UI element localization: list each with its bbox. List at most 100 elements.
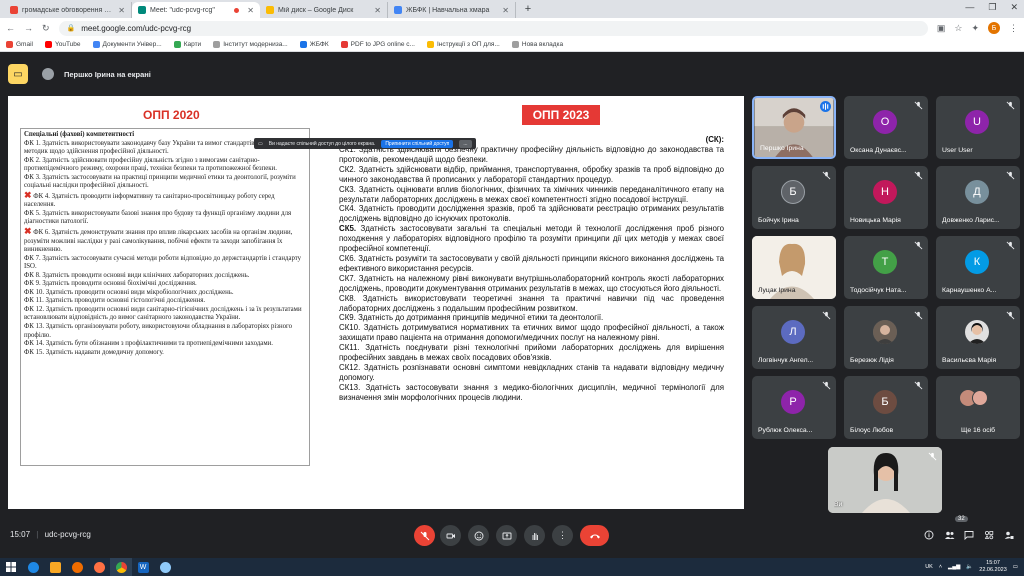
- people-button[interactable]: [942, 528, 956, 542]
- taskbar-word[interactable]: W: [132, 558, 154, 576]
- extensions-icon[interactable]: ✦: [971, 23, 979, 34]
- participant-tile[interactable]: Луцак Ірина: [752, 236, 836, 299]
- meeting-details-button[interactable]: [922, 528, 936, 542]
- list-item: ФК 9. Здатність проводити основні біохім…: [24, 280, 197, 288]
- participant-tile[interactable]: Н Новицька Марія: [844, 166, 928, 229]
- emoji-reaction-button[interactable]: [468, 525, 489, 546]
- mic-off-icon: [914, 101, 923, 110]
- participant-count-badge: 32: [955, 516, 968, 522]
- item-text: Здатність застосовувати знання з медико-…: [339, 382, 724, 402]
- participant-name: Бойчук Ірина: [758, 217, 799, 224]
- participant-tile[interactable]: Б Бойчук Ірина: [752, 166, 836, 229]
- bookmark-pdf[interactable]: PDF to JPG online c...: [340, 41, 415, 48]
- start-button[interactable]: [0, 558, 22, 576]
- screen-share-icon: ▭: [258, 140, 263, 147]
- chat-button[interactable]: [962, 528, 976, 542]
- volume-icon[interactable]: 🔈: [966, 564, 973, 570]
- clock-time: 15:07: [986, 560, 1000, 566]
- participant-tile[interactable]: Першко Ірина: [752, 96, 836, 159]
- taskbar-ie[interactable]: [22, 558, 44, 576]
- camera-toggle-button[interactable]: [440, 525, 461, 546]
- tab-cloud[interactable]: ЖБФК | Навчальна хмара ✕: [388, 2, 516, 18]
- bookmark-star-icon[interactable]: ☆: [954, 23, 962, 34]
- present-now-button[interactable]: [496, 525, 517, 546]
- activities-icon: [984, 530, 994, 540]
- close-icon[interactable]: ✕: [374, 6, 381, 15]
- stop-sharing-button[interactable]: Припинити спільний доступ: [381, 139, 454, 148]
- item-text: Здатність на належному рівні виконувати …: [339, 273, 724, 293]
- participant-tile[interactable]: U User User: [936, 96, 1020, 159]
- tab-meet[interactable]: Meet: "udc-pcvg-rcg" ✕: [132, 2, 260, 18]
- tab-drive[interactable]: Мій диск – Google Диск ✕: [260, 2, 388, 18]
- bookmark-youtube[interactable]: YouTube: [44, 41, 81, 48]
- participant-name: Ще 16 осіб: [960, 427, 996, 434]
- taskbar-explorer[interactable]: [44, 558, 66, 576]
- browser-tab-bar: громадське обговорення ОПП ✕ Meet: "udc-…: [0, 0, 1024, 18]
- bookmark-maps[interactable]: Карти: [173, 41, 201, 48]
- network-icon[interactable]: ▂▄▆: [948, 564, 960, 570]
- more-participants-tile[interactable]: Ще 16 осіб: [936, 376, 1020, 439]
- self-view-tile[interactable]: Ви: [828, 447, 942, 513]
- bookmark-docs[interactable]: Документи Універ...: [92, 41, 162, 48]
- activities-button[interactable]: [982, 528, 996, 542]
- participant-tile[interactable]: Березюк Лідія: [844, 306, 928, 369]
- system-clock[interactable]: 15:07 22.06.2023: [979, 560, 1007, 574]
- notifications-icon[interactable]: ▭: [1013, 564, 1018, 570]
- tab-label: Meet: "udc-pcvg-rcg": [150, 6, 215, 14]
- participant-tile[interactable]: Д Довженко Ларис...: [936, 166, 1020, 229]
- item-code: СК4.: [339, 204, 356, 214]
- reload-icon[interactable]: ↻: [42, 23, 50, 34]
- raise-hand-button[interactable]: [524, 525, 545, 546]
- more-options-button[interactable]: ⋮: [552, 525, 573, 546]
- bookmark-institute[interactable]: Інститут модерниза...: [213, 41, 288, 48]
- participant-name: Рублюк Олекса...: [758, 427, 813, 434]
- taskbar-chrome[interactable]: [110, 558, 132, 576]
- mic-toggle-button[interactable]: [414, 525, 435, 546]
- taskbar-firefox[interactable]: [88, 558, 110, 576]
- folder-icon: [426, 41, 434, 48]
- bookmark-label: Документи Універ...: [102, 41, 162, 48]
- more-vert-icon: ⋮: [558, 530, 567, 540]
- taskbar-media[interactable]: [66, 558, 88, 576]
- camera-icon[interactable]: ▣: [937, 23, 946, 34]
- participant-tile[interactable]: Б Білоус Любов: [844, 376, 928, 439]
- back-icon[interactable]: ←: [6, 23, 15, 33]
- close-window-icon[interactable]: ✕: [1010, 2, 1018, 13]
- participant-tile[interactable]: К Карнаушенко А...: [936, 236, 1020, 299]
- address-bar-row: ← → ↻ 🔒 meet.google.com/udc-pcvg-rcg ▣ ☆…: [0, 18, 1024, 38]
- share-more-button[interactable]: ...: [459, 139, 472, 148]
- bookmark-zhbfk[interactable]: ЖБФК: [299, 41, 329, 48]
- avatar: [972, 390, 988, 406]
- item-code: СК2.: [339, 164, 356, 174]
- participant-tile[interactable]: Р Рублюк Олекса...: [752, 376, 836, 439]
- forward-icon[interactable]: →: [24, 23, 33, 33]
- participant-tile[interactable]: Л Логвінчук Ангел...: [752, 306, 836, 369]
- participant-tile[interactable]: Васильєва Марія: [936, 306, 1020, 369]
- bookmark-new-tab[interactable]: Нова вкладка: [511, 41, 563, 48]
- bookmark-gmail[interactable]: Gmail: [6, 41, 33, 48]
- participant-tile[interactable]: Т Тодосійчук Ната...: [844, 236, 928, 299]
- list-item: ФК 15. Здатність надавати домедичну допо…: [24, 348, 164, 356]
- taskbar-paint[interactable]: [154, 558, 176, 576]
- leave-call-button[interactable]: [580, 525, 609, 546]
- new-tab-button[interactable]: +: [520, 1, 536, 17]
- item-code: СК5.: [339, 224, 357, 234]
- url-field[interactable]: 🔒 meet.google.com/udc-pcvg-rcg: [58, 20, 928, 36]
- host-controls-button[interactable]: [1002, 528, 1016, 542]
- docs-icon: [92, 41, 100, 48]
- bookmarks-bar: Gmail YouTube Документи Універ... Карти …: [0, 38, 1024, 52]
- meet-icon: [138, 6, 146, 14]
- language-indicator[interactable]: UK: [925, 564, 933, 570]
- tab-gmail[interactable]: громадське обговорення ОПП ✕: [4, 2, 132, 18]
- profile-avatar[interactable]: Б: [988, 22, 1000, 34]
- close-icon[interactable]: ✕: [118, 6, 125, 15]
- close-icon[interactable]: ✕: [502, 6, 509, 15]
- close-icon[interactable]: ✕: [247, 6, 254, 15]
- bookmark-instructions[interactable]: Інструкції з ОП для...: [426, 41, 500, 48]
- participant-tile[interactable]: О Оксана Дунаєвс...: [844, 96, 928, 159]
- item-text: Здатність застосовувати загальні та спец…: [339, 224, 724, 254]
- minimize-icon[interactable]: —: [965, 2, 974, 13]
- maximize-icon[interactable]: ❐: [988, 2, 996, 13]
- menu-icon[interactable]: ⋮: [1009, 23, 1018, 34]
- chevron-up-icon[interactable]: ˄: [939, 564, 942, 570]
